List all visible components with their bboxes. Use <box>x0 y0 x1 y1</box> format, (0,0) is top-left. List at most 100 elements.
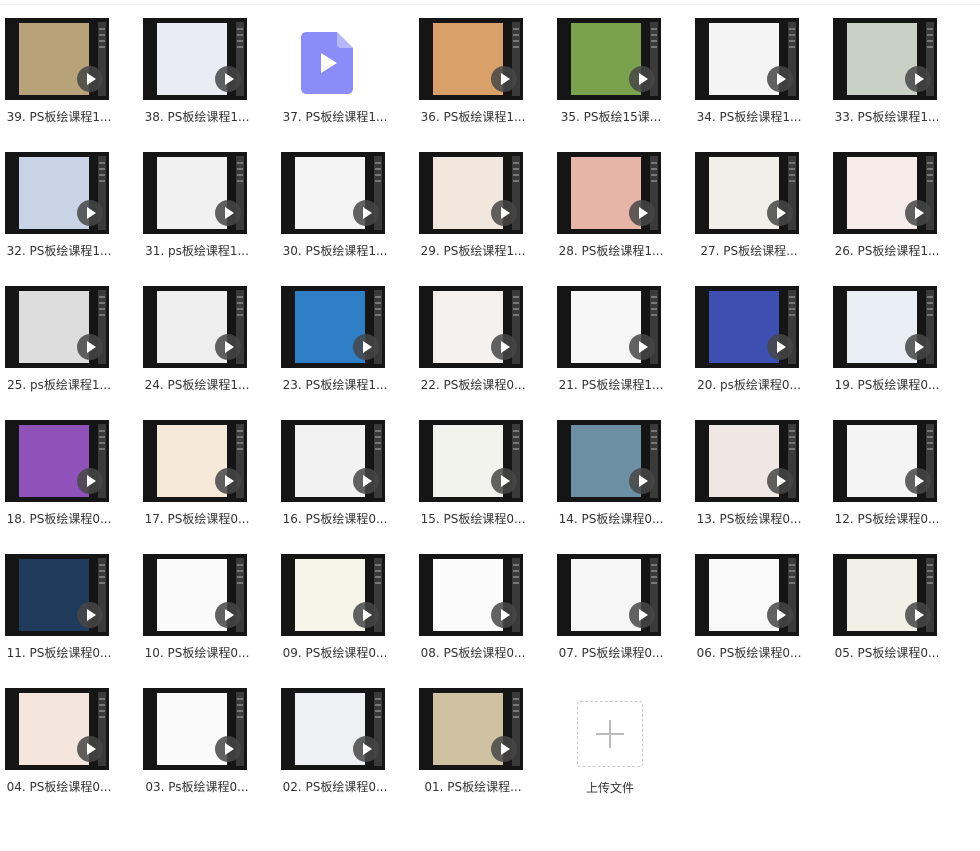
video-thumbnail <box>419 554 523 636</box>
play-icon[interactable] <box>629 334 655 360</box>
play-icon[interactable] <box>767 200 793 226</box>
video-thumbnail <box>833 420 937 502</box>
play-icon[interactable] <box>767 66 793 92</box>
video-file-item[interactable]: 11. PS板绘课程0... <box>0 536 138 660</box>
play-icon[interactable] <box>215 334 241 360</box>
video-file-item[interactable]: 24. PS板绘课程1... <box>138 268 276 392</box>
play-icon[interactable] <box>215 736 241 762</box>
play-icon[interactable] <box>77 736 103 762</box>
play-icon[interactable] <box>767 602 793 628</box>
video-file-item[interactable]: 19. PS板绘课程0... <box>828 268 966 392</box>
play-icon[interactable] <box>905 66 931 92</box>
file-name-label: 15. PS板绘课程0... <box>420 512 526 526</box>
play-icon[interactable] <box>767 334 793 360</box>
play-icon[interactable] <box>629 468 655 494</box>
play-icon[interactable] <box>77 468 103 494</box>
file-name-label: 21. PS板绘课程1... <box>558 378 664 392</box>
file-name-label: 01. PS板绘课程... <box>424 780 522 794</box>
file-name-label: 14. PS板绘课程0... <box>558 512 664 526</box>
video-file-item[interactable]: 31. ps板绘课程1... <box>138 134 276 258</box>
play-icon[interactable] <box>905 468 931 494</box>
video-file-item[interactable]: 34. PS板绘课程1... <box>690 0 828 124</box>
video-file-item[interactable]: 02. PS板绘课程0... <box>276 670 414 794</box>
video-thumbnail <box>143 554 247 636</box>
video-file-item[interactable]: 35. PS板绘15课... <box>552 0 690 124</box>
play-icon[interactable] <box>215 602 241 628</box>
video-file-item[interactable]: 22. PS板绘课程0... <box>414 268 552 392</box>
play-icon[interactable] <box>905 602 931 628</box>
play-icon[interactable] <box>77 200 103 226</box>
video-file-item[interactable]: 07. PS板绘课程0... <box>552 536 690 660</box>
video-thumbnail <box>695 152 799 234</box>
play-icon[interactable] <box>491 602 517 628</box>
play-icon[interactable] <box>353 736 379 762</box>
play-icon[interactable] <box>767 468 793 494</box>
file-name-label: 06. PS板绘课程0... <box>696 646 802 660</box>
play-icon[interactable] <box>77 66 103 92</box>
video-file-item[interactable]: 12. PS板绘课程0... <box>828 402 966 526</box>
upload-file-button[interactable] <box>577 701 643 767</box>
video-thumbnail <box>5 420 109 502</box>
video-thumbnail <box>557 152 661 234</box>
video-file-item[interactable]: 06. PS板绘课程0... <box>690 536 828 660</box>
video-file-item[interactable]: 28. PS板绘课程1... <box>552 134 690 258</box>
video-file-item[interactable]: 36. PS板绘课程1... <box>414 0 552 124</box>
video-file-item[interactable]: 03. Ps板绘课程0... <box>138 670 276 794</box>
file-name-label: 04. PS板绘课程0... <box>6 780 112 794</box>
file-name-label: 37. PS板绘课程1... <box>282 110 388 124</box>
play-icon[interactable] <box>629 66 655 92</box>
file-name-label: 17. PS板绘课程0... <box>144 512 250 526</box>
video-file-item[interactable]: 08. PS板绘课程0... <box>414 536 552 660</box>
video-file-item[interactable]: 01. PS板绘课程... <box>414 670 552 794</box>
video-file-item[interactable]: 04. PS板绘课程0... <box>0 670 138 794</box>
file-name-label: 13. PS板绘课程0... <box>696 512 802 526</box>
video-file-item[interactable]: 05. PS板绘课程0... <box>828 536 966 660</box>
video-thumbnail <box>695 18 799 100</box>
video-file-item[interactable]: 23. PS板绘课程1... <box>276 268 414 392</box>
video-file-item[interactable]: 20. ps板绘课程0... <box>690 268 828 392</box>
video-file-item[interactable]: 25. ps板绘课程1... <box>0 268 138 392</box>
play-icon[interactable] <box>629 200 655 226</box>
play-icon[interactable] <box>905 334 931 360</box>
video-file-item[interactable]: 10. PS板绘课程0... <box>138 536 276 660</box>
video-file-item[interactable]: 27. PS板绘课程... <box>690 134 828 258</box>
video-file-item[interactable]: 30. PS板绘课程1... <box>276 134 414 258</box>
video-thumbnail <box>143 286 247 368</box>
play-icon[interactable] <box>491 66 517 92</box>
play-icon[interactable] <box>353 468 379 494</box>
play-icon[interactable] <box>353 602 379 628</box>
video-file-item[interactable]: 32. PS板绘课程1... <box>0 134 138 258</box>
play-icon[interactable] <box>491 334 517 360</box>
video-file-item[interactable]: 09. PS板绘课程0... <box>276 536 414 660</box>
video-file-item[interactable]: 18. PS板绘课程0... <box>0 402 138 526</box>
video-file-item[interactable]: 16. PS板绘课程0... <box>276 402 414 526</box>
video-file-item[interactable]: 29. PS板绘课程1... <box>414 134 552 258</box>
file-name-label: 33. PS板绘课程1... <box>834 110 940 124</box>
file-item[interactable]: 37. PS板绘课程1... <box>276 0 414 124</box>
video-thumbnail <box>833 554 937 636</box>
video-file-item[interactable]: 26. PS板绘课程1... <box>828 134 966 258</box>
video-file-item[interactable]: 33. PS板绘课程1... <box>828 0 966 124</box>
play-icon[interactable] <box>491 468 517 494</box>
play-icon[interactable] <box>629 602 655 628</box>
file-name-label: 27. PS板绘课程... <box>700 244 798 258</box>
play-icon[interactable] <box>491 736 517 762</box>
video-file-item[interactable]: 15. PS板绘课程0... <box>414 402 552 526</box>
video-thumbnail <box>419 420 523 502</box>
video-file-item[interactable]: 21. PS板绘课程1... <box>552 268 690 392</box>
play-icon[interactable] <box>77 602 103 628</box>
video-file-item[interactable]: 39. PS板绘课程1... <box>0 0 138 124</box>
video-thumbnail <box>5 18 109 100</box>
play-icon[interactable] <box>905 200 931 226</box>
play-icon[interactable] <box>353 200 379 226</box>
play-icon[interactable] <box>215 66 241 92</box>
play-icon[interactable] <box>353 334 379 360</box>
video-file-item[interactable]: 17. PS板绘课程0... <box>138 402 276 526</box>
play-icon[interactable] <box>215 200 241 226</box>
play-icon[interactable] <box>491 200 517 226</box>
video-file-item[interactable]: 13. PS板绘课程0... <box>690 402 828 526</box>
play-icon[interactable] <box>77 334 103 360</box>
video-file-item[interactable]: 38. PS板绘课程1... <box>138 0 276 124</box>
video-file-item[interactable]: 14. PS板绘课程0... <box>552 402 690 526</box>
play-icon[interactable] <box>215 468 241 494</box>
